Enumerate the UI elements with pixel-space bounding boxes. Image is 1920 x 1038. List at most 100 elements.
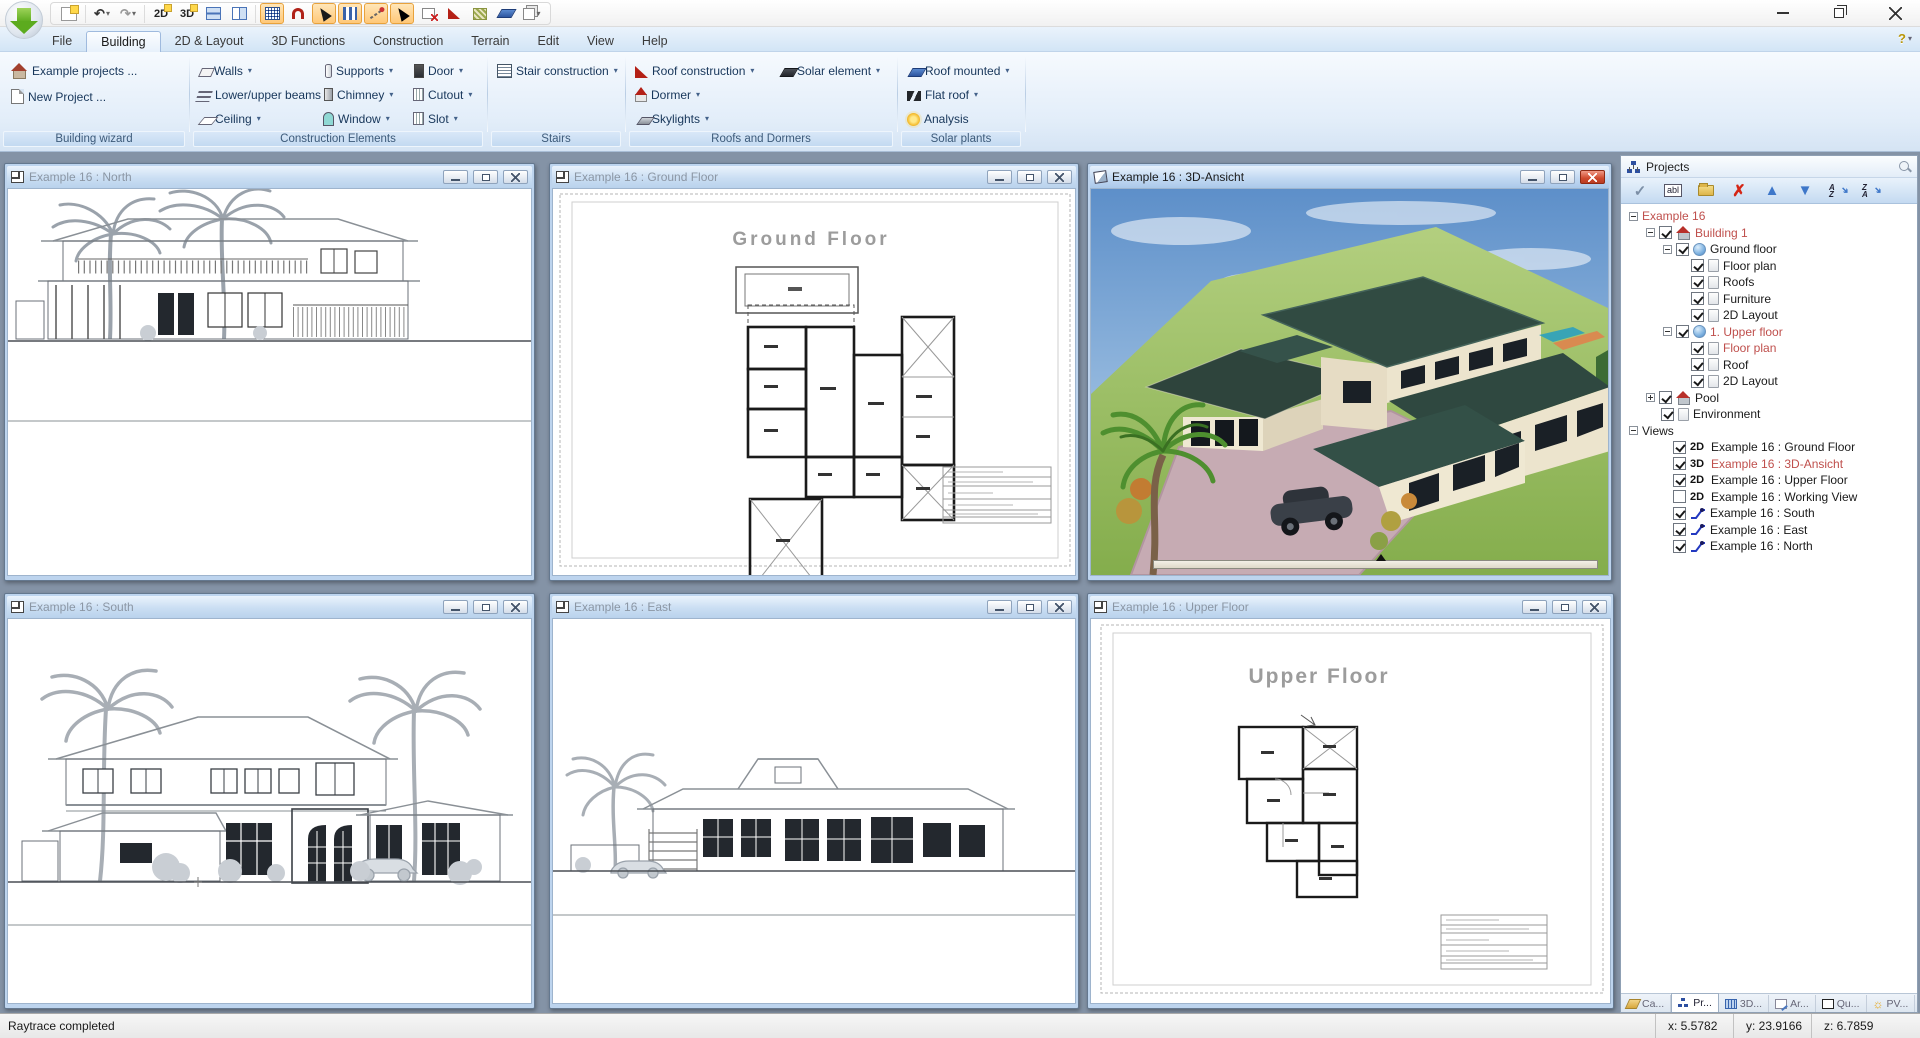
checkbox[interactable] bbox=[1691, 309, 1704, 322]
checkbox[interactable] bbox=[1691, 276, 1704, 289]
tree-view-ground-floor[interactable]: 2D Example 16 : Ground Floor bbox=[1621, 439, 1917, 456]
sort-descending-button[interactable]: Z➔A bbox=[1860, 181, 1882, 201]
walls-button[interactable]: Walls▾ bbox=[194, 60, 255, 81]
checkbox[interactable] bbox=[1676, 325, 1689, 338]
window-south[interactable]: Example 16 : South bbox=[4, 593, 535, 1009]
restore-button[interactable] bbox=[1550, 170, 1575, 184]
collapse-icon[interactable] bbox=[1646, 228, 1655, 237]
checkbox[interactable] bbox=[1673, 490, 1686, 503]
tab-building[interactable]: Building bbox=[86, 31, 160, 52]
checkbox[interactable] bbox=[1691, 259, 1704, 272]
restore-button[interactable] bbox=[1017, 170, 1042, 184]
restore-button[interactable] bbox=[473, 170, 498, 184]
checkbox[interactable] bbox=[1673, 540, 1686, 553]
slot-button[interactable]: Slot▾ bbox=[408, 108, 461, 129]
minimize-button[interactable] bbox=[443, 170, 468, 184]
tab-3d-objects[interactable]: 3D... bbox=[1719, 995, 1769, 1012]
layers-button[interactable]: ▾ bbox=[520, 3, 544, 24]
3d-render-view[interactable] bbox=[1090, 188, 1609, 576]
checkbox[interactable] bbox=[1691, 342, 1704, 355]
transform-button[interactable] bbox=[416, 3, 440, 24]
checkbox[interactable] bbox=[1659, 391, 1672, 404]
tree-item-ground-floor[interactable]: Ground floor bbox=[1621, 241, 1917, 258]
tree-item-pool[interactable]: Pool bbox=[1621, 390, 1917, 407]
checkbox[interactable] bbox=[1673, 507, 1686, 520]
tab-terrain[interactable]: Terrain bbox=[457, 31, 523, 52]
window-3d-ansicht[interactable]: Example 16 : 3D-Ansicht bbox=[1087, 163, 1612, 581]
close-button[interactable] bbox=[1580, 170, 1605, 184]
window-north[interactable]: Example 16 : North bbox=[4, 163, 535, 581]
upper-floor-plan-view[interactable]: Upper Floor bbox=[1090, 618, 1611, 1004]
tree-item-upper-2d-layout[interactable]: 2D Layout bbox=[1621, 373, 1917, 390]
close-button[interactable] bbox=[1047, 170, 1072, 184]
slider-marker[interactable] bbox=[1376, 554, 1386, 561]
minimize-button[interactable] bbox=[987, 600, 1012, 614]
tree-item-building-1[interactable]: Building 1 bbox=[1621, 225, 1917, 242]
window-button[interactable]: Window▾ bbox=[318, 108, 393, 129]
delete-button[interactable]: ✗ bbox=[1728, 181, 1750, 201]
window-title-bar[interactable]: Example 16 : Ground Floor bbox=[552, 166, 1076, 188]
rename-button[interactable]: abl bbox=[1662, 181, 1684, 201]
tab-area[interactable]: Ar... bbox=[1769, 995, 1816, 1012]
chevron-down-icon[interactable]: ▾ bbox=[536, 9, 540, 18]
tab-3d-functions[interactable]: 3D Functions bbox=[257, 31, 359, 52]
tree-item-upper-roof[interactable]: Roof bbox=[1621, 357, 1917, 374]
collapse-icon[interactable] bbox=[1663, 245, 1672, 254]
tree-item-environment[interactable]: Environment bbox=[1621, 406, 1917, 423]
skylights-button[interactable]: Skylights▾ bbox=[632, 108, 712, 129]
minimize-button[interactable] bbox=[1522, 600, 1547, 614]
restore-button[interactable] bbox=[1824, 4, 1854, 22]
ground-floor-plan-view[interactable]: Ground Floor bbox=[552, 188, 1076, 576]
new-document-button[interactable] bbox=[57, 3, 81, 24]
tab-projects[interactable]: Pr... bbox=[1671, 993, 1719, 1012]
restore-button[interactable] bbox=[473, 600, 498, 614]
roof-texture-button[interactable] bbox=[468, 3, 492, 24]
tree-item-upper-floor-plan[interactable]: Floor plan bbox=[1621, 340, 1917, 357]
new-project-button[interactable]: New Project ... bbox=[8, 86, 109, 107]
view-2d-button[interactable]: 2D bbox=[149, 3, 173, 24]
apply-button[interactable]: ✓ bbox=[1629, 181, 1651, 201]
checkbox[interactable] bbox=[1673, 441, 1686, 454]
solar-panel-button[interactable] bbox=[494, 3, 518, 24]
window-title-bar[interactable]: Example 16 : Upper Floor bbox=[1090, 596, 1611, 618]
tab-view[interactable]: View bbox=[573, 31, 628, 52]
measure-button[interactable] bbox=[364, 3, 388, 24]
3d-walkthrough-slider[interactable] bbox=[1153, 560, 1598, 569]
supports-button[interactable]: Supports▾ bbox=[318, 60, 396, 81]
door-button[interactable]: Door▾ bbox=[408, 60, 466, 81]
minimize-button[interactable] bbox=[443, 600, 468, 614]
view-3d-button[interactable]: 3D bbox=[175, 3, 199, 24]
tab-quantities[interactable]: Qu... bbox=[1816, 995, 1867, 1012]
tree-view-south[interactable]: Example 16 : South bbox=[1621, 505, 1917, 522]
chevron-down-icon[interactable]: ▾ bbox=[132, 9, 136, 18]
help-menu-button[interactable]: ? ▾ bbox=[1898, 31, 1912, 46]
tree-item-furniture[interactable]: Furniture bbox=[1621, 291, 1917, 308]
tree-item-views[interactable]: Views bbox=[1621, 423, 1917, 440]
restore-button[interactable] bbox=[1017, 600, 1042, 614]
split-vertical-button[interactable] bbox=[227, 3, 251, 24]
tree-view-east[interactable]: Example 16 : East bbox=[1621, 522, 1917, 539]
tab-2d-layout[interactable]: 2D & Layout bbox=[161, 31, 258, 52]
expand-icon[interactable] bbox=[1646, 393, 1655, 402]
edit-properties-button[interactable] bbox=[1695, 181, 1717, 201]
collapse-icon[interactable] bbox=[1629, 212, 1638, 221]
close-button[interactable] bbox=[503, 170, 528, 184]
close-button[interactable] bbox=[1047, 600, 1072, 614]
window-title-bar[interactable]: Example 16 : East bbox=[552, 596, 1076, 618]
collapse-icon[interactable] bbox=[1663, 327, 1672, 336]
analysis-button[interactable]: Analysis bbox=[904, 108, 972, 129]
north-elevation-view[interactable] bbox=[7, 188, 532, 576]
tree-item-upper-floor[interactable]: 1. Upper floor bbox=[1621, 324, 1917, 341]
checkbox[interactable] bbox=[1673, 474, 1686, 487]
select-arrow-button[interactable] bbox=[390, 3, 414, 24]
window-title-bar[interactable]: Example 16 : 3D-Ansicht bbox=[1090, 166, 1609, 188]
example-projects-button[interactable]: Example projects ... bbox=[8, 60, 140, 81]
stair-construction-button[interactable]: Stair construction▾ bbox=[494, 60, 621, 81]
window-title-bar[interactable]: Example 16 : North bbox=[7, 166, 532, 188]
roof-construction-button[interactable]: Roof construction▾ bbox=[632, 60, 757, 81]
app-logo[interactable] bbox=[5, 1, 43, 39]
window-ground-floor[interactable]: Example 16 : Ground Floor Ground Floor bbox=[549, 163, 1079, 581]
roof-mounted-button[interactable]: Roof mounted▾ bbox=[904, 60, 1012, 81]
minimize-button[interactable] bbox=[1520, 170, 1545, 184]
south-elevation-view[interactable] bbox=[7, 618, 532, 1004]
